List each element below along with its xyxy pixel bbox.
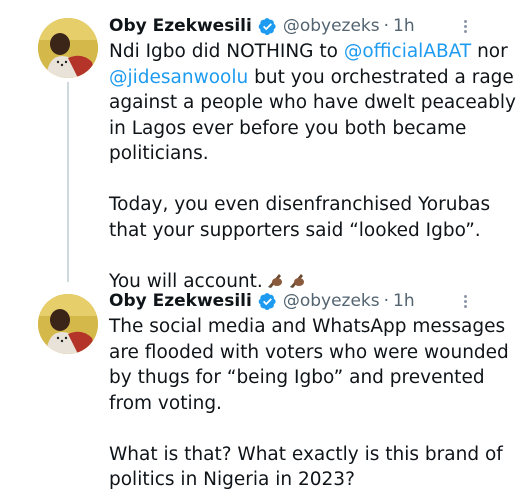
tweet-text: The social media and WhatsApp messages a… bbox=[109, 314, 509, 493]
more-options-icon[interactable] bbox=[457, 14, 473, 38]
tweet-line: in Lagos ever before you both became bbox=[109, 117, 467, 139]
author-avatar[interactable] bbox=[38, 18, 98, 78]
text-segment: nor bbox=[471, 41, 508, 62]
tweet-timestamp[interactable]: 1h bbox=[393, 16, 415, 36]
author-name[interactable]: Oby Ezekwesili bbox=[109, 291, 252, 311]
tweet-timestamp[interactable]: 1h bbox=[393, 291, 415, 311]
mention-link[interactable]: @officialABAT bbox=[344, 41, 471, 62]
tweet-line: What is that? What exactly is this brand… bbox=[109, 443, 503, 465]
tweet-line: are flooded with voters who were wounded bbox=[109, 341, 509, 363]
tweet-line: by thugs for “being Igbo” and prevented bbox=[109, 367, 485, 388]
tweet-header: Oby Ezekwesili @obyezeks · 1h bbox=[109, 289, 415, 313]
thread-connector-line bbox=[67, 82, 69, 282]
text-segment: Ndi Igbo did NOTHING to bbox=[109, 41, 344, 62]
tweet-header: Oby Ezekwesili @obyezeks · 1h bbox=[109, 14, 415, 38]
mention-link[interactable]: @jidesanwoolu bbox=[109, 67, 248, 88]
tweet-line: against a people who have dwelt peaceabl… bbox=[109, 92, 516, 113]
writing-hand-emoji-icon bbox=[267, 273, 282, 288]
verified-badge-icon bbox=[258, 17, 276, 35]
author-handle[interactable]: @obyezeks bbox=[283, 16, 380, 36]
tweet-line: politicians. bbox=[109, 143, 209, 164]
tweet-line: Ndi Igbo did NOTHING to @officialABAT no… bbox=[109, 39, 509, 65]
author-name[interactable]: Oby Ezekwesili bbox=[109, 16, 252, 36]
author-avatar[interactable] bbox=[38, 294, 98, 354]
separator-dot: · bbox=[383, 16, 390, 36]
tweet-line: @jidesanwoolu but you orchestrated a rag… bbox=[109, 65, 514, 91]
tweet-line: Today, you even disenfranchised Yorubas bbox=[109, 194, 491, 215]
author-handle[interactable]: @obyezeks bbox=[283, 291, 380, 311]
tweet-line: that your supporters said “looked Igbo”. bbox=[109, 219, 481, 241]
text-segment: but you orchestrated a rage bbox=[248, 66, 514, 88]
tweet-line: politics in Nigeria in 2023? bbox=[109, 469, 355, 490]
tweet-text: Ndi Igbo did NOTHING to @officialABAT no… bbox=[109, 39, 516, 294]
tweet-line: from voting. bbox=[109, 392, 222, 414]
avatar-image bbox=[38, 294, 98, 354]
tweet-line: The social media and WhatsApp messages bbox=[109, 316, 506, 337]
verified-badge-icon bbox=[258, 292, 276, 310]
separator-dot: · bbox=[383, 291, 390, 311]
writing-hand-emoji-icon bbox=[289, 273, 304, 288]
avatar-image bbox=[38, 18, 98, 78]
more-options-icon[interactable] bbox=[457, 289, 473, 313]
